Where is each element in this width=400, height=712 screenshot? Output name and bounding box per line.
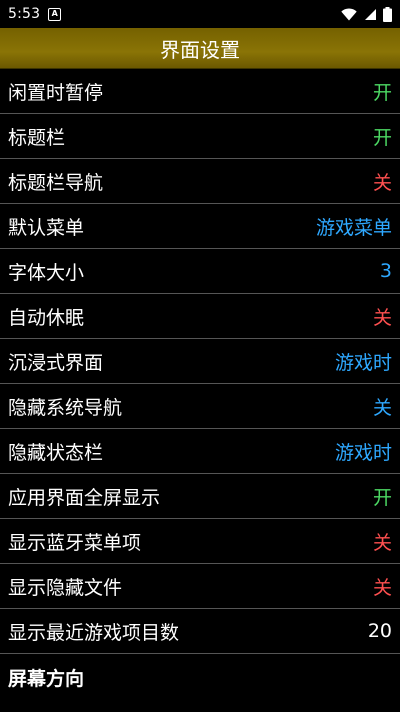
setting-value: 游戏菜单: [315, 216, 392, 239]
setting-label: 自动休眠: [8, 306, 85, 329]
setting-label: 应用界面全屏显示: [8, 486, 161, 509]
setting-label: 显示最近游戏项目数: [8, 621, 180, 644]
cellular-signal-icon: [365, 8, 376, 20]
setting-label: 显示隐藏文件: [8, 576, 123, 599]
setting-label: 标题栏: [8, 126, 66, 149]
setting-label: 隐藏系统导航: [8, 396, 123, 419]
section-header-screen-orientation: 屏幕方向: [0, 654, 400, 700]
setting-value: 关: [372, 576, 392, 599]
setting-value: 游戏时: [334, 351, 392, 374]
setting-row-font-size[interactable]: 字体大小 3: [0, 249, 400, 294]
setting-row-show-hidden-files[interactable]: 显示隐藏文件 关: [0, 564, 400, 609]
setting-row-hide-system-navigation[interactable]: 隐藏系统导航 关: [0, 384, 400, 429]
setting-row-hide-status-bar[interactable]: 隐藏状态栏 游戏时: [0, 429, 400, 474]
setting-label: 隐藏状态栏: [8, 441, 104, 464]
setting-row-app-fullscreen[interactable]: 应用界面全屏显示 开: [0, 474, 400, 519]
setting-value: 开: [372, 486, 392, 509]
setting-row-immersive-ui[interactable]: 沉浸式界面 游戏时: [0, 339, 400, 384]
setting-value: 3: [379, 260, 392, 282]
page-title: 界面设置: [160, 37, 240, 62]
setting-row-idle-pause[interactable]: 闲置时暂停 开: [0, 69, 400, 114]
title-bar: 界面设置: [0, 28, 400, 69]
wifi-icon: [341, 7, 357, 20]
setting-value: 关: [372, 306, 392, 329]
settings-list: 闲置时暂停 开 标题栏 开 标题栏导航 关 默认菜单 游戏菜单 字体大小 3 自…: [0, 69, 400, 700]
setting-value: 开: [372, 126, 392, 149]
setting-value: 关: [372, 171, 392, 194]
section-label: 屏幕方向: [8, 667, 85, 690]
setting-row-recent-games-count[interactable]: 显示最近游戏项目数 20: [0, 609, 400, 654]
setting-value: 关: [372, 531, 392, 554]
setting-row-show-bluetooth-menu[interactable]: 显示蓝牙菜单项 关: [0, 519, 400, 564]
setting-label: 沉浸式界面: [8, 351, 104, 374]
setting-label: 默认菜单: [8, 216, 85, 239]
setting-row-title-bar[interactable]: 标题栏 开: [0, 114, 400, 159]
battery-icon: [383, 6, 392, 22]
notification-icon: A: [48, 7, 62, 21]
setting-value: 游戏时: [334, 441, 392, 464]
setting-label: 闲置时暂停: [8, 81, 104, 104]
setting-value: 20: [367, 620, 392, 642]
setting-row-title-bar-navigation[interactable]: 标题栏导航 关: [0, 159, 400, 204]
setting-value: 关: [372, 396, 392, 419]
status-time: 5:53: [8, 6, 41, 22]
setting-value: 开: [372, 81, 392, 104]
setting-row-default-menu[interactable]: 默认菜单 游戏菜单: [0, 204, 400, 249]
status-bar: 5:53 A: [0, 0, 400, 28]
setting-label: 标题栏导航: [8, 171, 104, 194]
setting-label: 字体大小: [8, 261, 85, 284]
setting-row-auto-sleep[interactable]: 自动休眠 关: [0, 294, 400, 339]
setting-label: 显示蓝牙菜单项: [8, 531, 142, 554]
